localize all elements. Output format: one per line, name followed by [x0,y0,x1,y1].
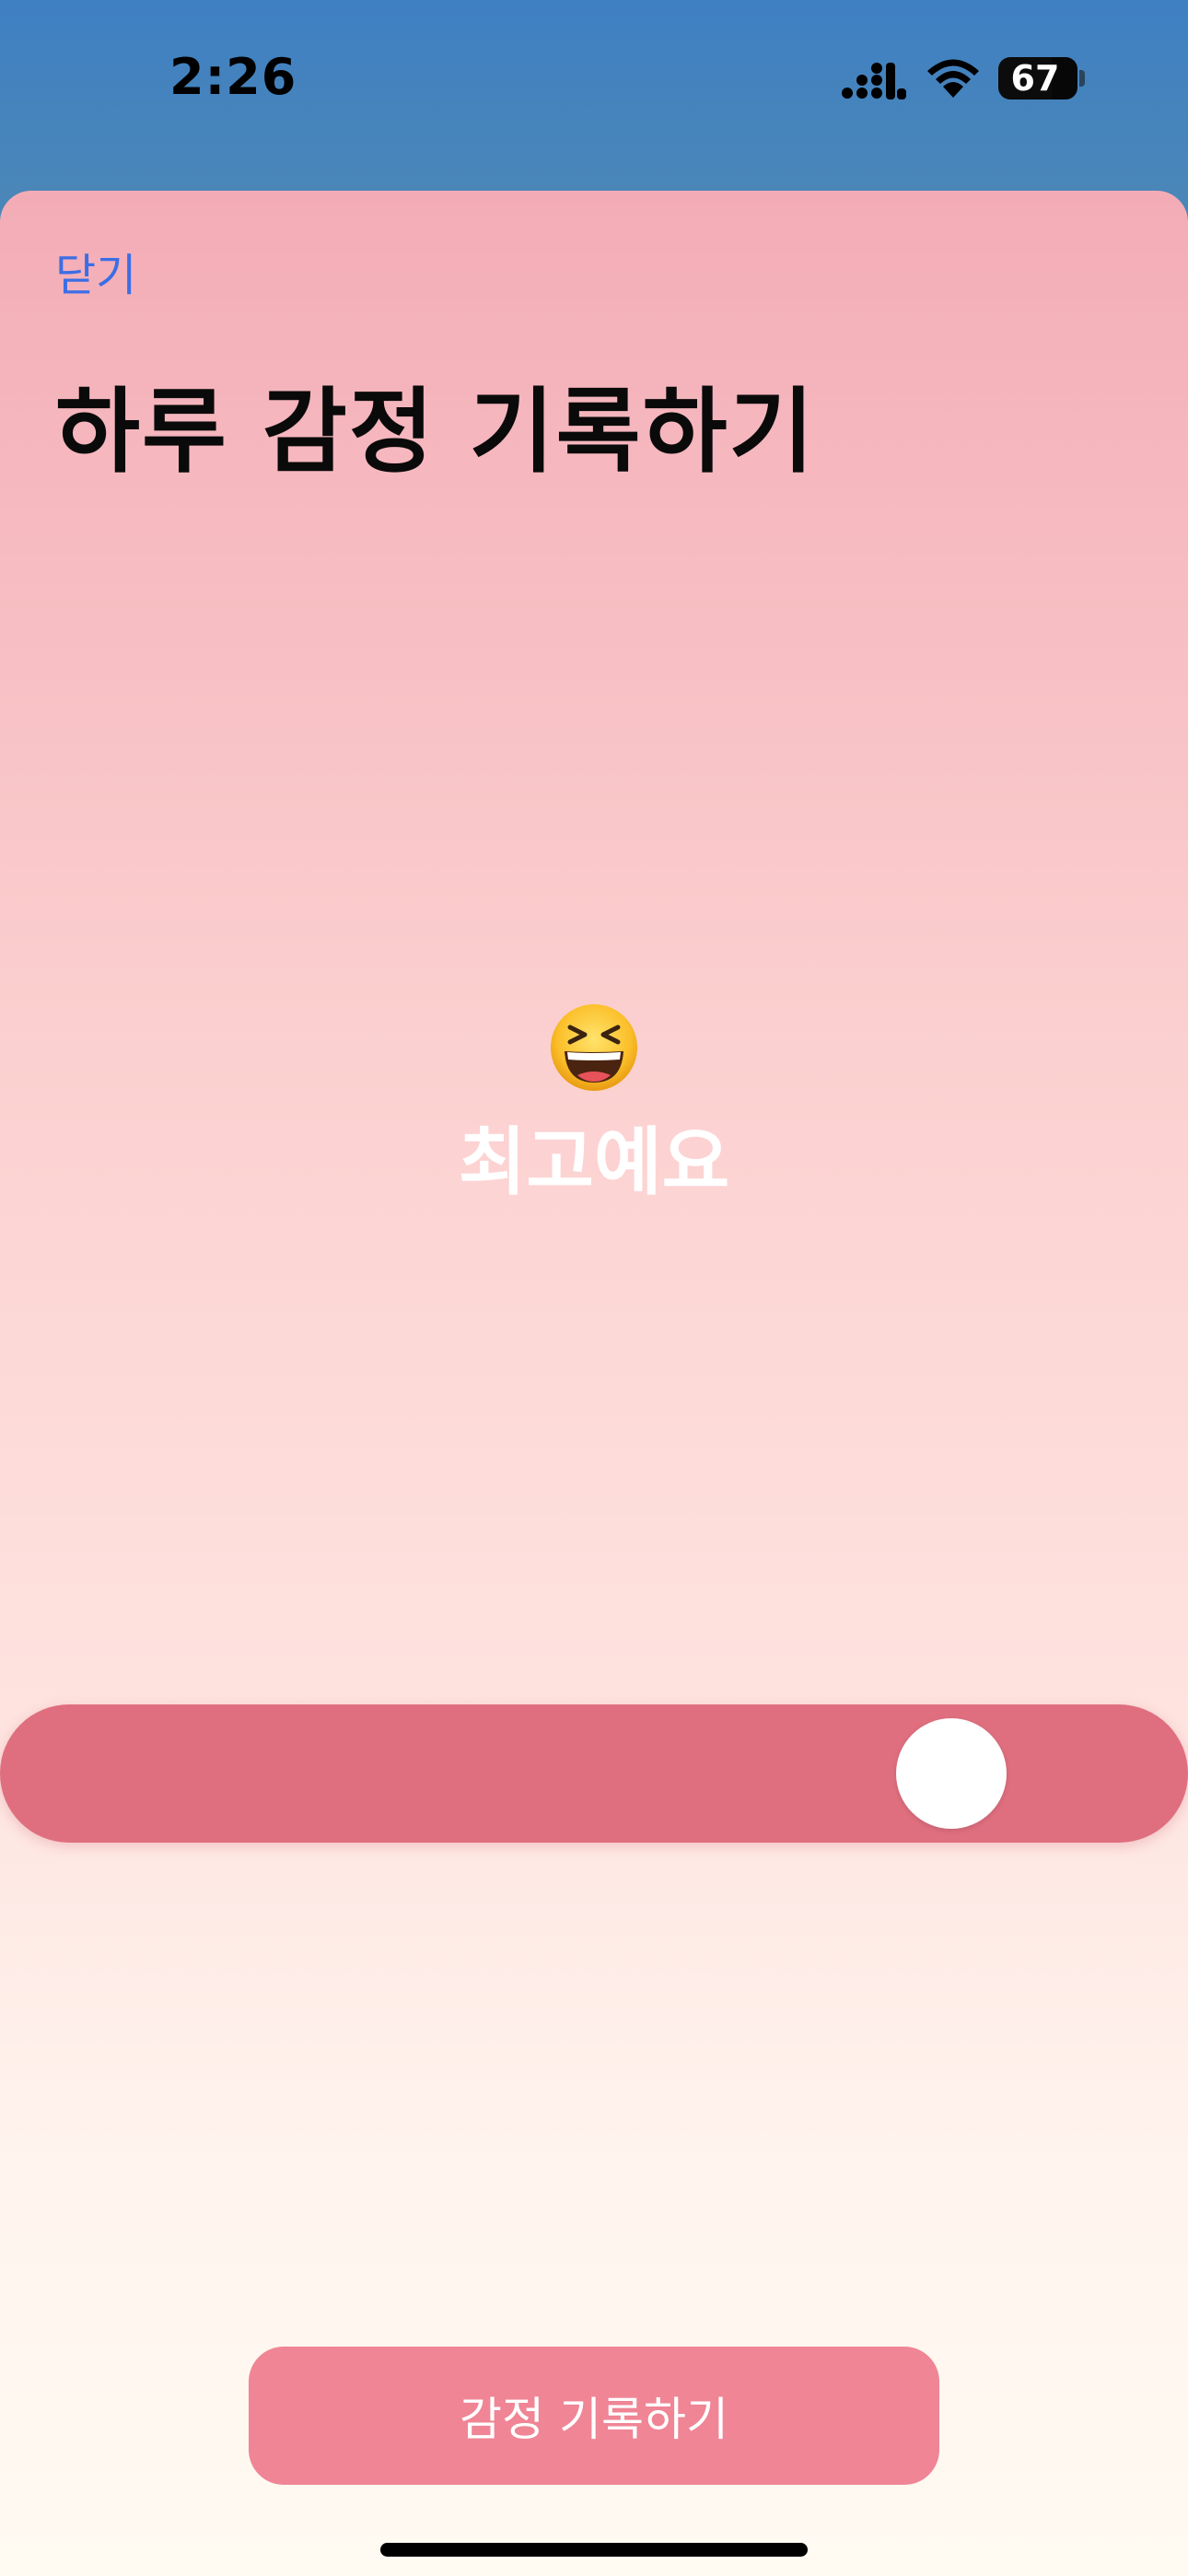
cellular-signal-icon [842,63,906,100]
mood-slider-thumb[interactable] [895,1718,1007,1829]
battery-cap [1079,70,1085,87]
wifi-icon [927,59,979,98]
grinning-squinting-face-icon [551,1004,637,1091]
mood-slider[interactable] [0,1704,1188,1843]
battery-level: 67 [1010,58,1060,99]
screen: 2:26 67 닫기 하루 감정 기록하기 최고예요 감정 기록하기 [0,0,1188,2576]
battery-icon: 67 [998,57,1077,100]
record-mood-button[interactable]: 감정 기록하기 [249,2347,939,2485]
close-button[interactable]: 닫기 [55,239,136,303]
home-indicator [380,2543,808,2557]
mood-sheet: 닫기 하루 감정 기록하기 최고예요 감정 기록하기 [0,191,1188,2576]
status-time: 2:26 [169,48,297,106]
mood-label: 최고예요 [458,1119,730,1205]
status-bar: 2:26 67 [0,0,1188,166]
page-title: 하루 감정 기록하기 [55,378,816,486]
